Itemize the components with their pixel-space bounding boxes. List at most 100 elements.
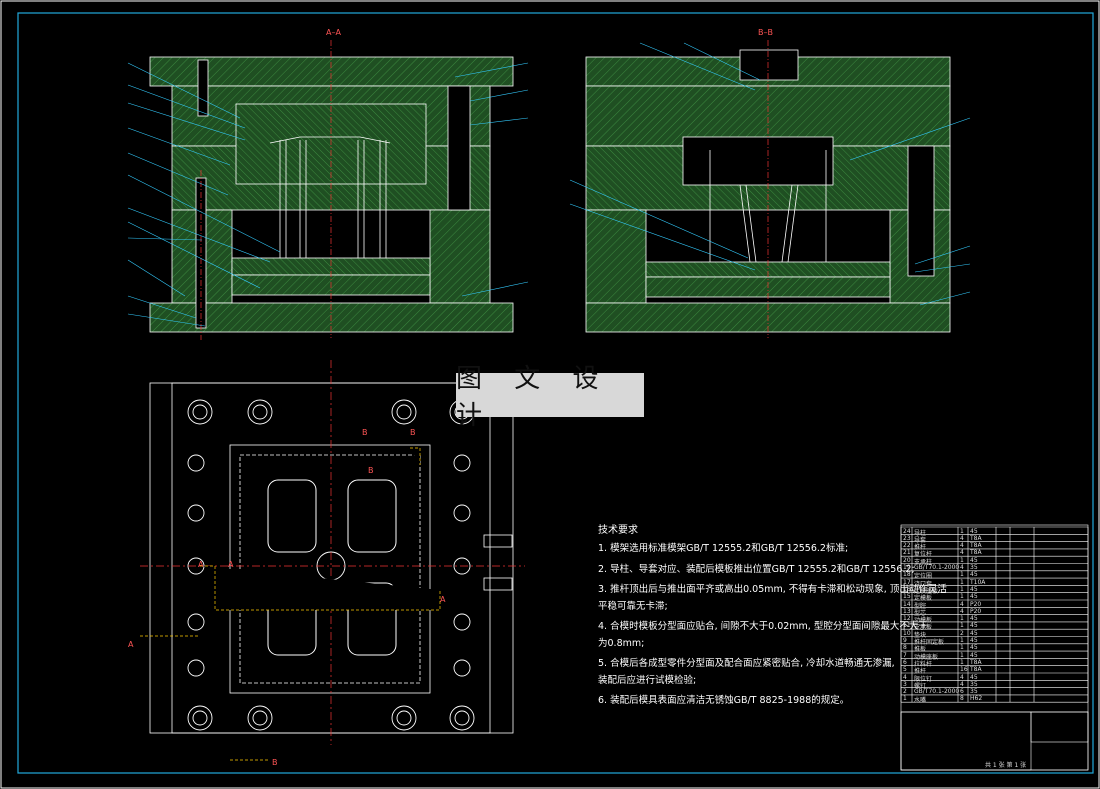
title-block-cell (1030, 711, 1089, 743)
title-block-cell-text: 22 (903, 542, 911, 550)
cut-mark: B (410, 428, 416, 437)
title-block-cell-text: 1 (960, 644, 964, 652)
title-block-cell-text: 10 (903, 629, 911, 637)
title-block-footer: 共 1 张 第 1 张 (985, 762, 1027, 769)
cut-mark: B (272, 758, 278, 767)
note-line: 5. 合模后各成型零件分型面及配合面应紧密贴合, 冷却水道畅通无渗漏, (598, 658, 895, 669)
note-line: 6. 装配后模具表面应清洁无锈蚀GB/T 8825-1988的规定。 (598, 695, 850, 706)
title-block-cell-text: 16 (903, 585, 911, 593)
title-block-cell-text: 23 (903, 534, 911, 542)
title-block-cell-text: 4 (960, 549, 964, 557)
title-block-cell-text: 6 (903, 658, 907, 666)
title-block-cell-text: H62 (970, 695, 983, 703)
title-block-cell-text: 2 (903, 688, 907, 696)
title-block-cell-text: 45 (970, 637, 978, 644)
title-block-cell-text: 1 (960, 593, 964, 601)
title-block-cell-text: 7 (903, 651, 907, 659)
title-block-cell-text: 1 (960, 527, 964, 535)
title-block-cell-text: GB/T70.1-2000 (914, 564, 960, 571)
title-block-cell-text: 8 (903, 644, 907, 652)
title-block-cell-text: GB/T70.1-2000 (914, 688, 960, 696)
note-line: 为0.8mm; (598, 637, 645, 649)
cut-mark: A (228, 560, 234, 569)
title-block-cell-text: 1 (960, 622, 964, 630)
notes-title: 技术要求 (598, 525, 638, 536)
title-block-cell-text: 4 (903, 673, 907, 681)
title-block-cell-text: 5 (903, 666, 907, 674)
title-block-cell-text: 11 (903, 622, 911, 630)
title-block-cell-text: 4 (960, 542, 964, 550)
title-block-cell-text: 1 (960, 658, 964, 666)
title-block-cell-text: T8A (970, 534, 982, 542)
title-block-cell-text: 2 (960, 629, 964, 637)
title-block-cell-text: T8A (970, 658, 982, 666)
title-block-cell-text: 4 (960, 600, 964, 608)
title-block-cell-text: T8A (970, 666, 982, 674)
title-block-cell-text: 4 (960, 607, 964, 615)
section-bb-view (569, 40, 971, 338)
title-block-cell-text: 1 (960, 615, 964, 623)
note-line: 装配后应进行试模检验; (598, 674, 697, 686)
title-block-cell-text: 1 (960, 556, 964, 564)
title-block-cell-text: 15 (903, 593, 911, 601)
cut-mark: B (368, 466, 374, 475)
title-block-cell-text: 45 (970, 615, 978, 623)
note-line: 4. 合模时模板分型面应贴合, 间隙不大于0.02mm, 型腔分型面间隙最大不大… (598, 621, 928, 632)
title-block-cell-text: 1 (960, 571, 964, 579)
title-block-cell-text: 1 (960, 585, 964, 593)
title-block-cell-text: P20 (970, 607, 982, 615)
title-block-cell-text: 8 (960, 695, 964, 703)
title-block-cell-text: 18 (903, 571, 911, 579)
cut-mark: A (198, 560, 204, 569)
title-block-cell-text: 45 (970, 673, 978, 681)
title-block-cell-text: 1 (903, 695, 907, 703)
title-block-cell-text: 20 (903, 556, 911, 564)
title-block-cell-text: 16 (960, 666, 968, 674)
title-block-cell-text: 4 (960, 673, 964, 681)
section-label-bb: B–B (758, 28, 773, 37)
title-block-cell-text: 45 (970, 585, 978, 593)
title-block-cell-text: 35 (970, 680, 978, 688)
title-block-cell-text: 4 (960, 534, 964, 542)
title-block-cell-text: 45 (970, 527, 978, 535)
title-block-cell-text: 1 (960, 578, 964, 586)
cut-mark: A (128, 640, 134, 649)
title-block-cell-text: 45 (970, 644, 978, 652)
title-block-cell-text: 4 (960, 680, 964, 688)
title-block-cell-text: 45 (970, 622, 978, 630)
title-block-cell-text: 21 (903, 549, 911, 557)
title-block-cell-text: 9 (903, 637, 907, 644)
title-block-cell-text: 35 (970, 688, 978, 696)
note-line: 2. 导柱、导套对应、装配后模板推出位置GB/T 12555.2和GB/T 12… (598, 563, 915, 575)
title-block-cell-text: 水嘴 (914, 697, 927, 705)
title-block-cell-text: 17 (903, 578, 911, 586)
note-line: 3. 推杆顶出后与推出面平齐或高出0.05mm, 不得有卡滞和松动现象, 顶出动… (598, 584, 947, 595)
title-block-cell-text: 12 (903, 615, 911, 623)
technical-requirements: 技术要求 1. 模架选用标准模架GB/T 12555.2和GB/T 12556.… (598, 525, 947, 717)
title-block-cell-text: 45 (970, 629, 978, 637)
title-block-cell-text: 24 (903, 527, 911, 535)
section-label-aa: A–A (326, 28, 341, 37)
section-aa-view (127, 40, 529, 340)
title-block-cell-text: 45 (970, 556, 978, 564)
title-block-cell-text: T10A (970, 578, 986, 586)
title-block-cell-text: 19 (903, 564, 911, 571)
title-block-cell-text: 4 (960, 564, 964, 571)
title-block-cell-text: 6 (960, 688, 964, 696)
cut-mark: A (440, 595, 446, 604)
title-block-cell-text: 14 (903, 600, 911, 608)
note-line: 1. 模架选用标准模架GB/T 12555.2和GB/T 12556.2标准; (598, 543, 849, 554)
note-line: 平稳可靠无卡滞; (598, 600, 668, 612)
title-block-cell-text: 3 (903, 680, 907, 688)
watermark: 图 文 设 计 (456, 364, 644, 431)
title-block-cell-text: T8A (970, 549, 982, 557)
title-block-cell-text: P20 (970, 600, 982, 608)
title-block-cell-text: 45 (970, 571, 978, 579)
title-block-cell-text: T8A (970, 542, 982, 550)
title-block-cell-text: 1 (960, 651, 964, 659)
title-block-cell-text: 13 (903, 607, 911, 615)
title-block-cell-text: 45 (970, 651, 978, 659)
title-block-cell-text: 1 (960, 637, 964, 644)
title-block-cell-text: 35 (970, 564, 978, 571)
title-block-cell-text: 45 (970, 593, 978, 601)
